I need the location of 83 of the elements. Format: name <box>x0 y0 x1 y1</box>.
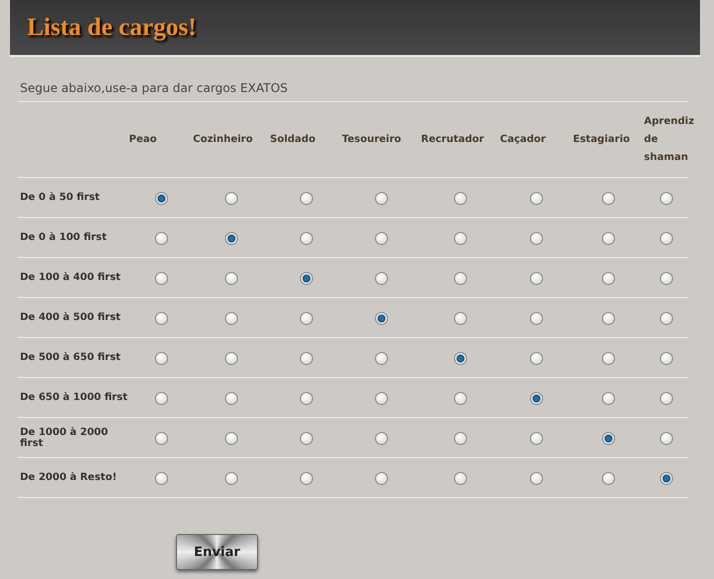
column-header: Aprendiz de shaman <box>644 116 694 162</box>
radio-button[interactable] <box>530 472 543 486</box>
radio-button[interactable] <box>300 232 312 246</box>
radio-button[interactable] <box>530 312 543 326</box>
radio-button[interactable] <box>300 392 312 406</box>
intro-text: Segue abaixo,use-a para dar cargos EXATOS <box>20 80 289 96</box>
radio-button[interactable] <box>300 192 312 206</box>
row-label: De 0 à 50 first <box>20 192 100 203</box>
radio-button[interactable] <box>602 192 615 206</box>
radio-button[interactable] <box>375 232 388 246</box>
radio-button[interactable] <box>660 232 672 246</box>
radio-button[interactable] <box>602 392 615 406</box>
radio-button[interactable] <box>530 352 543 366</box>
radio-button[interactable] <box>530 232 543 246</box>
radio-button[interactable] <box>602 432 615 446</box>
radio-button[interactable] <box>154 352 168 366</box>
radio-button[interactable] <box>530 432 543 446</box>
radio-button[interactable] <box>225 472 238 486</box>
radio-button[interactable] <box>154 272 168 286</box>
radio-button[interactable] <box>660 272 672 286</box>
row-label: De 0 à 100 first <box>20 232 107 243</box>
row-label: De 650 à 1000 first <box>20 392 128 403</box>
radio-button[interactable] <box>225 272 238 286</box>
row-label: De 1000 à 2000 first <box>20 426 108 448</box>
radio-button[interactable] <box>602 272 615 286</box>
radio-button[interactable] <box>530 192 543 206</box>
radio-button[interactable] <box>454 232 467 246</box>
radio-button[interactable] <box>154 312 168 326</box>
radio-button[interactable] <box>375 432 388 446</box>
radio-button[interactable] <box>300 312 312 326</box>
radio-button[interactable] <box>602 312 615 326</box>
radio-button[interactable] <box>154 432 168 446</box>
radio-button[interactable] <box>300 432 312 446</box>
radio-button[interactable] <box>154 192 168 206</box>
column-header: Recrutador <box>421 134 484 144</box>
column-header: Peao <box>129 134 157 144</box>
radio-button[interactable] <box>454 352 467 366</box>
radio-button[interactable] <box>530 272 543 286</box>
row-label: De 100 à 400 first <box>20 272 121 283</box>
radio-button[interactable] <box>660 352 672 366</box>
column-header: Soldado <box>270 134 316 144</box>
radio-button[interactable] <box>225 392 238 406</box>
row-label: De 2000 à Resto! <box>20 472 117 483</box>
radio-button[interactable] <box>154 472 168 486</box>
radio-button[interactable] <box>530 392 543 406</box>
radio-button[interactable] <box>375 392 388 406</box>
radio-button[interactable] <box>225 432 238 446</box>
radio-button[interactable] <box>660 192 672 206</box>
radio-button[interactable] <box>660 432 672 446</box>
radio-button[interactable] <box>300 352 312 366</box>
radio-button[interactable] <box>300 272 312 286</box>
radio-button[interactable] <box>660 472 672 486</box>
radio-button[interactable] <box>454 472 467 486</box>
row-label: De 400 à 500 first <box>20 312 121 323</box>
radio-button[interactable] <box>225 312 238 326</box>
radio-button[interactable] <box>225 192 238 206</box>
radio-button[interactable] <box>454 272 467 286</box>
radio-button[interactable] <box>300 472 312 486</box>
radio-button[interactable] <box>375 472 388 486</box>
radio-button[interactable] <box>602 352 615 366</box>
radio-button[interactable] <box>225 232 238 246</box>
page-title: Lista de cargos! <box>27 14 196 42</box>
submit-button[interactable]: Enviar <box>176 534 258 570</box>
row-label: De 500 à 650 first <box>20 352 121 363</box>
radio-button[interactable] <box>375 352 388 366</box>
radio-button[interactable] <box>154 232 168 246</box>
column-header: Caçador <box>500 134 546 144</box>
radio-button[interactable] <box>454 392 467 406</box>
radio-button[interactable] <box>375 312 388 326</box>
radio-button[interactable] <box>225 352 238 366</box>
radio-button[interactable] <box>660 312 672 326</box>
radio-button[interactable] <box>375 192 388 206</box>
radio-button[interactable] <box>454 312 467 326</box>
radio-button[interactable] <box>154 392 168 406</box>
radio-button[interactable] <box>602 472 615 486</box>
radio-button[interactable] <box>454 432 467 446</box>
column-header: Estagiario <box>573 134 630 144</box>
radio-button[interactable] <box>375 272 388 286</box>
radio-button[interactable] <box>660 392 672 406</box>
column-header: Tesoureiro <box>342 134 402 144</box>
column-header: Cozinheiro <box>193 134 253 144</box>
radio-button[interactable] <box>454 192 467 206</box>
radio-button[interactable] <box>602 232 615 246</box>
